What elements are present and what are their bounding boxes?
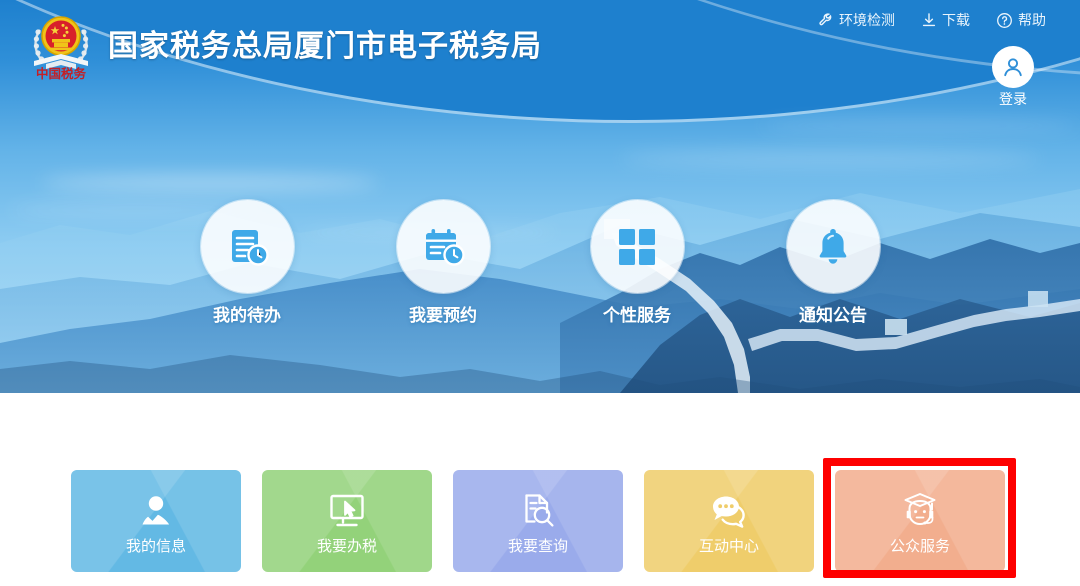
nav-item-download[interactable]: 下载 [921,10,970,30]
cloud-streak [760,120,1080,132]
shortcut-label: 通知公告 [799,306,867,325]
tile-my-information[interactable]: 我的信息 [71,470,241,572]
chat-bubbles-icon [708,489,750,533]
calendar-clock-icon [396,200,490,293]
tile-label: 互动中心 [698,537,759,555]
tile-public-service[interactable]: 公众服务 [835,470,1005,572]
tile-interaction-center[interactable]: 互动中心 [644,470,814,572]
tile-label: 公众服务 [889,537,950,555]
shortcut-circles: 我的待办 我要预约 个性服务 通知公告 [0,200,1080,340]
document-clock-icon [200,200,294,293]
login-label: 登录 [999,91,1027,107]
download-icon [921,12,937,28]
svg-text:中国税务: 中国税务 [36,66,87,80]
wrench-icon [818,12,834,28]
page-root: 中国税务 国家税务总局厦门市电子税务局 环境检测 下载 帮助 登录 我的待办 我… [0,0,1080,586]
shortcut-make-appointment[interactable]: 我要预约 [373,200,513,324]
person-icon [136,489,176,533]
nav-label: 环境检测 [839,12,895,28]
question-circle-icon [996,12,1013,29]
cloud-streak [620,150,1040,168]
china-taxation-emblem-icon: 中国税务 [24,6,98,80]
nav-item-environment-check[interactable]: 环境检测 [818,10,895,30]
grid-squares-icon [590,200,684,293]
top-bar: 中国税务 国家税务总局厦门市电子税务局 环境检测 下载 帮助 登录 [0,0,1080,110]
nav-item-help[interactable]: 帮助 [996,10,1046,30]
user-avatar-icon [992,46,1034,88]
shortcut-label: 个性服务 [603,306,671,325]
shortcut-label: 我的待办 [213,306,281,325]
shortcut-notice-announcement[interactable]: 通知公告 [763,200,903,324]
nav-label: 下载 [942,12,970,28]
site-title: 国家税务总局厦门市电子税务局 [108,30,542,63]
site-brand[interactable]: 中国税务 国家税务总局厦门市电子税务局 [24,6,542,80]
shortcut-my-todo[interactable]: 我的待办 [177,200,317,324]
cloud-streak [40,175,380,191]
document-search-icon [518,489,558,533]
tile-tax-inquiry[interactable]: 我要查询 [453,470,623,572]
nav-label: 帮助 [1018,12,1046,28]
monitor-cursor-icon [326,489,368,533]
bell-icon [786,200,880,293]
service-tiles: 我的信息 我要办税 我要查询 互动中心 公众服务 [0,470,1080,573]
tile-tax-handling[interactable]: 我要办税 [262,470,432,572]
top-nav-links: 环境检测 下载 帮助 [818,10,1046,30]
tile-label: 我要查询 [507,537,568,555]
login-button[interactable]: 登录 [980,46,1046,106]
shortcut-personalized-service[interactable]: 个性服务 [567,200,707,324]
tile-label: 我的信息 [125,537,186,555]
shortcut-label: 我要预约 [409,306,477,325]
graduate-headset-icon [899,489,941,533]
tile-label: 我要办税 [316,537,377,555]
